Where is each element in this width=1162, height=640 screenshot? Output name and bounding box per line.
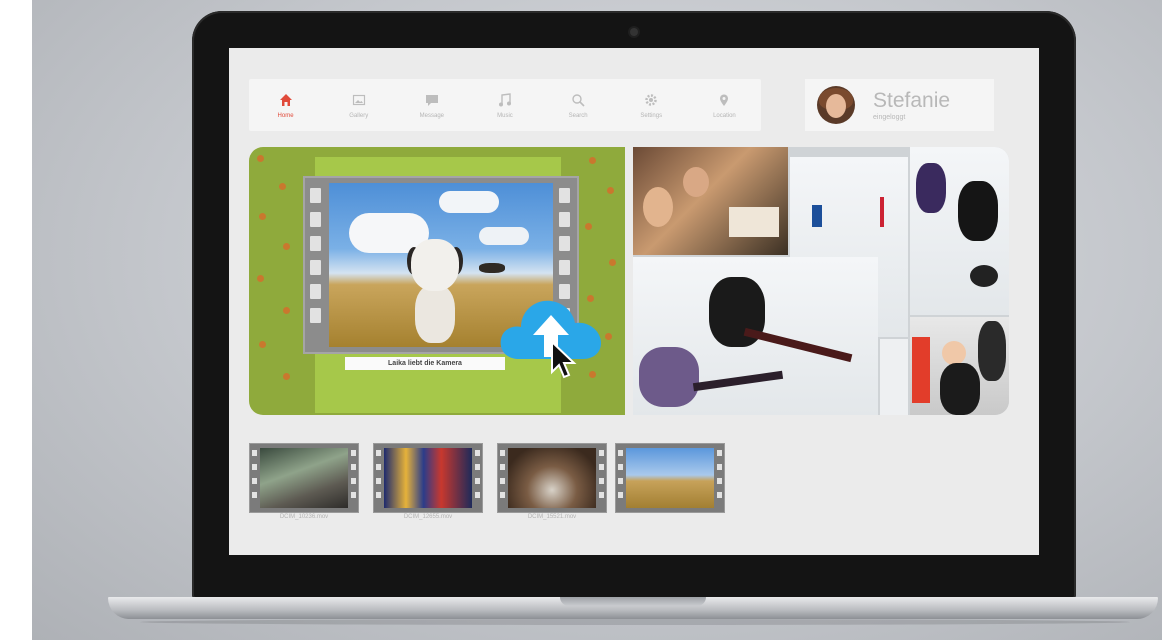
- video-thumbnail[interactable]: DCIM_15521.mov: [497, 443, 607, 520]
- film-hole: [310, 212, 321, 227]
- paw-print: [283, 373, 290, 380]
- navigation-bar: Home Gallery Message Music Search Settin…: [249, 79, 761, 131]
- paw-print: [283, 307, 290, 314]
- avatar-face: [826, 94, 846, 118]
- film-hole: [559, 212, 570, 227]
- video-caption: Laika liebt die Kamera: [345, 357, 505, 370]
- home-icon: [279, 93, 292, 106]
- thumb-filename: DCIM_12655.mov: [403, 514, 453, 520]
- user-status: eingeloggt: [873, 113, 906, 121]
- laptop-bezel: Home Gallery Message Music Search Settin…: [192, 11, 1076, 599]
- thumb-filename: DCIM_15521.mov: [527, 514, 577, 520]
- paw-print: [607, 187, 614, 194]
- nav-label: Music: [497, 112, 513, 119]
- gear-icon: [645, 93, 658, 106]
- nav-label: Location: [713, 112, 736, 119]
- horse: [479, 263, 505, 273]
- nav-music[interactable]: Music: [473, 92, 537, 119]
- paw-print: [259, 341, 266, 348]
- nav-gallery[interactable]: Gallery: [327, 92, 391, 119]
- thumb-filename: DCIM_10236.mov: [279, 514, 329, 520]
- film-hole: [310, 308, 321, 323]
- music-icon: [498, 92, 511, 106]
- photo-sitting-skier[interactable]: [633, 257, 878, 415]
- message-icon: [425, 94, 438, 106]
- paw-print: [257, 275, 264, 282]
- video-thumbnail[interactable]: DCIM_10236.mov: [249, 443, 359, 520]
- film-hole: [559, 236, 570, 251]
- thumb-times-square-image: [384, 448, 472, 508]
- webcam: [630, 28, 638, 36]
- search-icon: [572, 93, 585, 107]
- laptop-shadow: [140, 619, 1130, 625]
- sky-cloud: [479, 227, 529, 245]
- nav-label: Gallery: [349, 112, 369, 119]
- laptop-base: [108, 597, 1158, 619]
- nav-home[interactable]: Home: [254, 92, 318, 119]
- gallery-icon: [352, 94, 365, 105]
- film-hole: [559, 260, 570, 275]
- photo-snow-friends[interactable]: [910, 147, 1009, 315]
- nav-message[interactable]: Message: [400, 92, 464, 119]
- photo-group-dinner[interactable]: [633, 147, 788, 255]
- dog-body: [415, 285, 455, 343]
- paw-print: [279, 183, 286, 190]
- film-hole: [310, 284, 321, 299]
- thumb-tree-tunnel-image: [508, 448, 596, 508]
- paw-print: [605, 333, 612, 340]
- photo-strip: [880, 339, 908, 415]
- avatar[interactable]: [817, 86, 855, 124]
- nav-location[interactable]: Location: [692, 92, 756, 119]
- thumb-frame: [373, 443, 483, 513]
- thumb-dog-image: [626, 448, 714, 508]
- nav-label: Message: [419, 112, 445, 119]
- paw-print: [589, 157, 596, 164]
- paw-print: [585, 223, 592, 230]
- photo-ski-kids[interactable]: [910, 317, 1009, 415]
- nav-label: Settings: [640, 112, 663, 119]
- dog-head: [411, 239, 459, 291]
- user-name: Stefanie: [873, 88, 951, 112]
- thumb-frame: [615, 443, 725, 513]
- thumb-street-image: [260, 448, 348, 508]
- nav-settings[interactable]: Settings: [619, 92, 683, 119]
- paw-print: [283, 243, 290, 250]
- user-profile[interactable]: Stefanie eingeloggt: [805, 79, 994, 131]
- paw-print: [589, 371, 596, 378]
- photo-collage: [633, 147, 1009, 415]
- app-screen: Home Gallery Message Music Search Settin…: [229, 48, 1039, 555]
- cursor-arrow-icon: [551, 340, 577, 379]
- nav-label: Search: [568, 112, 588, 119]
- thumb-frame: [497, 443, 607, 513]
- film-hole: [559, 188, 570, 203]
- nav-search[interactable]: Search: [546, 92, 610, 119]
- laptop-notch: [560, 597, 706, 606]
- location-icon: [720, 94, 729, 106]
- video-thumbnail[interactable]: DCIM_12655.mov: [373, 443, 483, 520]
- paw-print: [257, 155, 264, 162]
- video-thumbnail[interactable]: [615, 443, 725, 513]
- film-hole: [310, 260, 321, 275]
- nav-label: Home: [277, 112, 294, 119]
- profile-text: Stefanie eingeloggt: [873, 88, 951, 121]
- upload-dropzone[interactable]: Laika liebt die Kamera: [249, 147, 625, 415]
- film-hole: [310, 236, 321, 251]
- paw-print: [259, 213, 266, 220]
- sky-cloud: [439, 191, 499, 213]
- thumb-frame: [249, 443, 359, 513]
- paw-print: [609, 259, 616, 266]
- film-hole: [310, 188, 321, 203]
